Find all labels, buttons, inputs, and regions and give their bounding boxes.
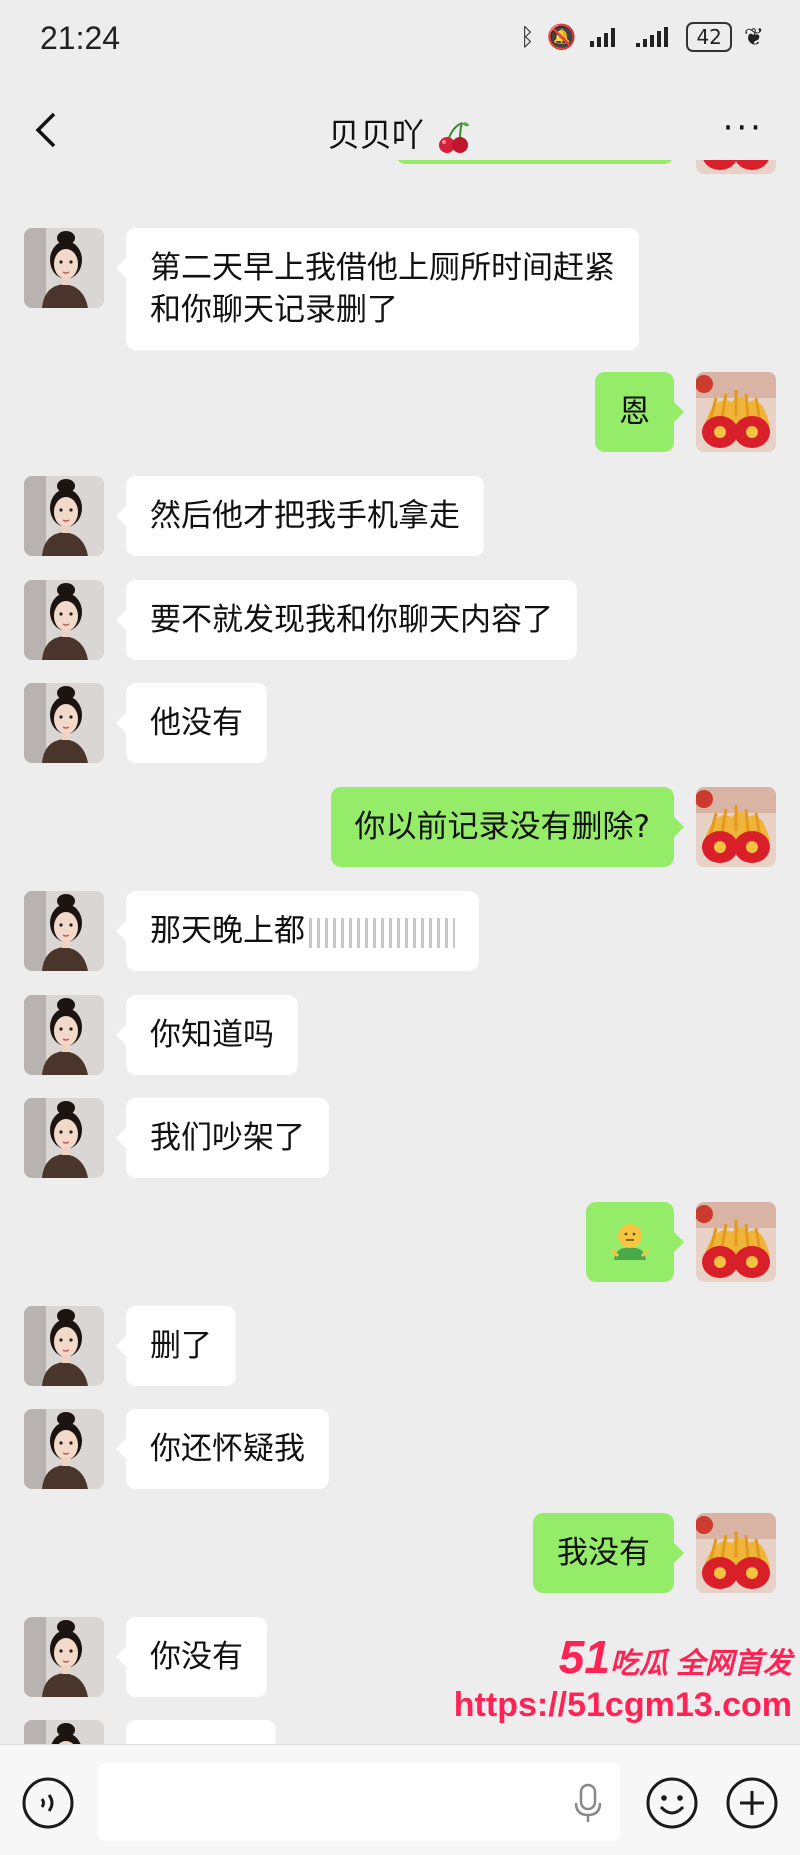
chat-title-text: 贝贝吖 (327, 116, 424, 154)
microphone-icon[interactable] (570, 1781, 606, 1825)
incoming-message[interactable]: 我们吵架了 (116, 1098, 329, 1178)
more-options-button[interactable]: ··· (723, 111, 764, 145)
input-bar (0, 1744, 800, 1855)
incoming-message[interactable]: 然后他才把我手机拿走 (116, 476, 484, 556)
incoming-message[interactable]: 你没有 (116, 1617, 267, 1697)
contact-avatar[interactable] (24, 1617, 104, 1697)
voice-mode-button[interactable] (20, 1775, 76, 1831)
contact-avatar[interactable] (24, 1409, 104, 1489)
outgoing-message[interactable]: 你以前记录没有删除? (330, 787, 685, 867)
status-icons: ᛒ 🔕 42 ❦ (520, 22, 764, 52)
incoming-message[interactable]: 删了 (116, 1306, 236, 1386)
chat-title: 贝贝吖 (0, 110, 800, 156)
watermark: 51吃瓜 全网首发 https://51cgm13.com (454, 1630, 792, 1725)
chat-list: 第二天早上我借他上厕所时间赶紧 和你聊天记录删了 恩 然后他才把我手机拿走 要不… (0, 160, 800, 1744)
my-avatar[interactable] (696, 1513, 776, 1593)
outgoing-message[interactable] (396, 160, 674, 164)
mute-bell-icon: 🔕 (546, 23, 577, 51)
contact-avatar[interactable] (24, 228, 104, 308)
signal-icon (590, 28, 616, 47)
contact-avatar[interactable] (24, 995, 104, 1075)
battery-indicator: 42 (686, 22, 732, 52)
my-avatar[interactable] (696, 372, 776, 452)
incoming-message[interactable]: 第二天早上我借他上厕所时间赶紧 和你聊天记录删了 (116, 228, 639, 350)
incoming-message[interactable]: 你还怀疑我 (116, 1409, 329, 1489)
contact-avatar[interactable] (24, 683, 104, 763)
my-avatar[interactable] (696, 787, 776, 867)
contact-avatar[interactable] (24, 1306, 104, 1386)
incoming-message[interactable]: 他没有 (116, 683, 267, 763)
incoming-message[interactable]: 你知道吗 (116, 995, 298, 1075)
contact-avatar[interactable] (24, 891, 104, 971)
contact-avatar[interactable] (24, 580, 104, 660)
outgoing-message[interactable]: 我没有 (533, 1513, 684, 1593)
shrug-emoji-icon (610, 1224, 650, 1260)
cherry-icon (439, 122, 470, 153)
emoji-button-icon[interactable] (644, 1775, 700, 1831)
my-avatar[interactable] (696, 1202, 776, 1282)
watermark-url: https://51cgm13.com (453, 1686, 792, 1724)
my-avatar[interactable] (696, 160, 776, 174)
bluetooth-icon: ᛒ (520, 23, 535, 51)
status-bar: 21:24 ᛒ 🔕 42 ❦ (0, 0, 800, 80)
incoming-message[interactable] (126, 1720, 276, 1744)
leaf-icon: ❦ (743, 23, 764, 51)
signal-icon-2 (636, 27, 669, 47)
contact-avatar[interactable] (24, 476, 104, 556)
plus-button-icon[interactable] (724, 1775, 780, 1831)
incoming-message[interactable]: 那天晚上都 (116, 891, 479, 971)
incoming-message[interactable]: 要不就发现我和你聊天内容了 (116, 580, 577, 660)
watermark-brand: 51吃瓜 全网首发 (558, 1631, 792, 1683)
outgoing-message[interactable]: 恩 (595, 372, 684, 452)
message-input[interactable] (98, 1763, 620, 1841)
status-time: 21:24 (40, 20, 121, 56)
garbled-text-overlay (309, 917, 455, 948)
contact-avatar[interactable] (24, 1098, 104, 1178)
contact-avatar[interactable] (24, 1720, 104, 1744)
outgoing-message[interactable] (586, 1202, 684, 1282)
